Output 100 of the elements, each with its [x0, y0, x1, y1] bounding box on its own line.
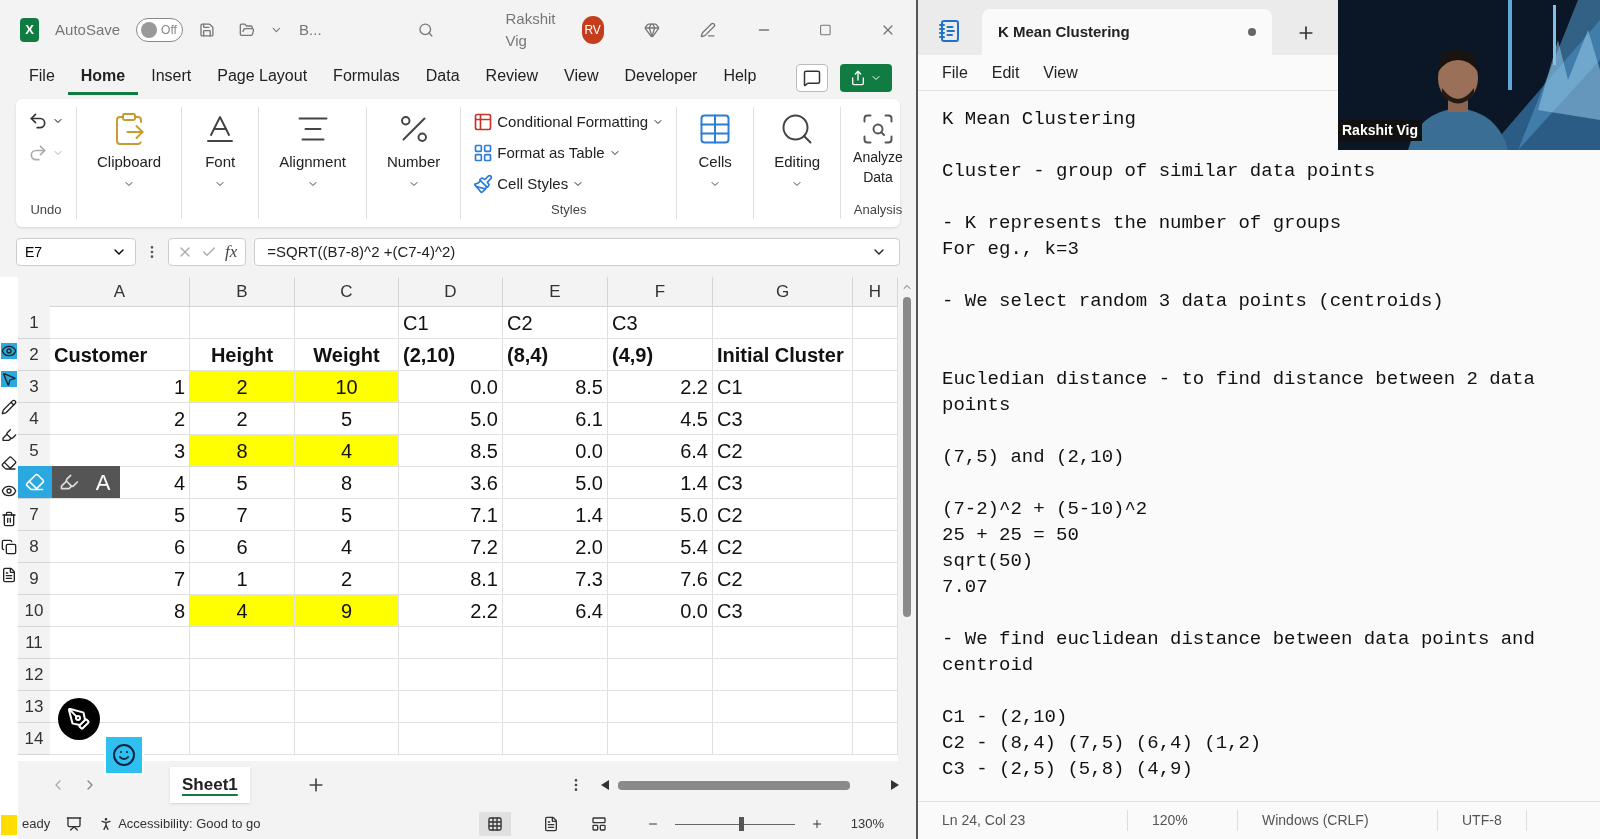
ribbon-tab[interactable]: Formulas	[320, 60, 413, 95]
ribbon-tab[interactable]: Home	[67, 60, 139, 95]
ribbon-button[interactable]: Font	[194, 107, 247, 190]
table-cell: 8.5	[399, 435, 503, 467]
table-cell: 9	[295, 595, 399, 627]
save-icon[interactable]	[198, 20, 215, 40]
table-cell: C3	[713, 467, 853, 499]
diamond-icon[interactable]	[643, 20, 660, 40]
table-cell: 8.5	[503, 371, 608, 403]
undo-icon[interactable]	[28, 111, 48, 131]
eraser-icon[interactable]	[1, 455, 17, 471]
autosave-toggle[interactable]: Off	[136, 18, 183, 42]
table-cell: (4,9)	[608, 339, 713, 371]
text-line: - K represents the number of groups	[942, 211, 1342, 236]
formula-field[interactable]: =SQRT((B7-8)^2 +(C7-4)^2)	[254, 238, 900, 266]
user-avatar[interactable]: RV	[581, 16, 604, 44]
row-header[interactable]: 5	[18, 435, 50, 467]
share-button[interactable]	[840, 63, 892, 92]
ribbon-tab[interactable]: Page Layout	[204, 60, 321, 95]
zoom-slider[interactable]	[674, 817, 795, 831]
column-header[interactable]: E	[503, 277, 608, 307]
name-box[interactable]: E7	[16, 238, 136, 266]
row-header[interactable]: 14	[18, 723, 50, 755]
scroll-left-icon[interactable]	[600, 780, 610, 790]
row-header[interactable]: 4	[18, 403, 50, 435]
comment-icon[interactable]	[796, 63, 828, 92]
ribbon-button[interactable]: Alignment	[271, 107, 354, 190]
page-break-icon[interactable]	[590, 816, 607, 832]
row-header[interactable]: 11	[18, 627, 50, 659]
ribbon-tab[interactable]: Review	[472, 60, 552, 95]
horizontal-scrollbar[interactable]	[600, 780, 900, 790]
table-cell: 6.4	[608, 435, 713, 467]
table-cell: 3.6	[399, 467, 503, 499]
menu-item[interactable]: Edit	[983, 60, 1028, 85]
row-header[interactable]: 13	[18, 691, 50, 723]
ribbon-tab[interactable]: Data	[412, 60, 473, 95]
status-text: Ln 24, Col 23	[918, 810, 1128, 831]
clipboard-icon[interactable]	[1, 567, 17, 583]
table-cell: 2.2	[399, 595, 503, 627]
accessibility-status[interactable]: Accessibility: Good to go	[98, 814, 261, 834]
page-layout-icon[interactable]	[542, 816, 559, 832]
column-header[interactable]: A	[50, 277, 190, 307]
column-header[interactable]: F	[608, 277, 713, 307]
trash-icon[interactable]	[1, 511, 17, 527]
styles-menu-button[interactable]: Cell Styles	[473, 168, 665, 200]
menu-item[interactable]: File	[934, 60, 976, 85]
ribbon-button[interactable]: Editing	[766, 107, 829, 190]
pencil-icon[interactable]	[1, 399, 17, 415]
whiteboard-button[interactable]	[104, 735, 144, 775]
highlighter-icon[interactable]	[1, 427, 17, 443]
row-header[interactable]: 9	[18, 563, 50, 595]
marker-icon	[59, 472, 79, 492]
ribbon-tab[interactable]: View	[551, 60, 612, 95]
column-header[interactable]: B	[190, 277, 295, 307]
zoom-in-icon[interactable]	[810, 818, 823, 830]
text-line: C2 - (8,4) (7,5) (6,4) (1,2)	[942, 731, 1262, 756]
ribbon-tab[interactable]: Insert	[138, 60, 205, 95]
table-cell: C1	[399, 307, 503, 339]
copy-icon[interactable]	[1, 539, 17, 555]
ribbon-tab[interactable]: Developer	[611, 60, 711, 95]
ribbon-button[interactable]: Number	[378, 107, 449, 190]
row-header[interactable]: 12	[18, 659, 50, 691]
ribbon-button[interactable]: Cells	[689, 107, 742, 190]
eraser-icon	[25, 472, 45, 492]
row-header[interactable]: 1	[18, 307, 50, 339]
document-tab[interactable]: K Mean Clustering	[982, 9, 1272, 55]
sheet-tab[interactable]: Sheet1	[170, 767, 250, 803]
normal-view-icon[interactable]	[478, 812, 511, 836]
styles-menu-button[interactable]: Format as Table	[473, 137, 665, 169]
pen-icon[interactable]	[699, 20, 716, 40]
table-cell: 0.0	[399, 371, 503, 403]
text-line: (7,5) and (2,10)	[942, 445, 1125, 470]
color-swatch[interactable]	[1, 815, 17, 835]
menu-item[interactable]: View	[1035, 60, 1086, 85]
zoom-thumb[interactable]	[738, 817, 744, 831]
row-header[interactable]: 10	[18, 595, 50, 627]
table-cell: C3	[608, 307, 713, 339]
column-header[interactable]: D	[399, 277, 503, 307]
ribbon-tab[interactable]: File	[16, 60, 68, 95]
function-button[interactable]: fx	[225, 239, 238, 265]
maximize-icon[interactable]	[819, 22, 833, 38]
row-header[interactable]: 2	[18, 339, 50, 371]
scroll-right-icon[interactable]	[890, 780, 900, 790]
eye-icon[interactable]	[1, 483, 17, 499]
table-cell: 5	[190, 467, 295, 499]
zoom-level[interactable]: 130%	[850, 814, 884, 834]
eye-icon[interactable]	[1, 343, 17, 359]
table-cell: 8	[295, 467, 399, 499]
column-header[interactable]: G	[713, 277, 853, 307]
ribbon-button[interactable]: Clipboard	[89, 107, 170, 190]
table-cell: 5	[50, 499, 190, 531]
analyze-data-button[interactable]: Analyze Data	[853, 107, 903, 187]
ribbon-tab[interactable]: Help	[710, 60, 770, 95]
row-header[interactable]: 3	[18, 371, 50, 403]
styles-menu-button[interactable]: Conditional Formatting	[473, 107, 665, 138]
pointer-icon[interactable]	[1, 371, 17, 387]
column-header[interactable]: C	[295, 277, 399, 307]
table-cell: 7	[50, 563, 190, 595]
row-header[interactable]: 8	[18, 531, 50, 563]
row-header[interactable]: 7	[18, 499, 50, 531]
